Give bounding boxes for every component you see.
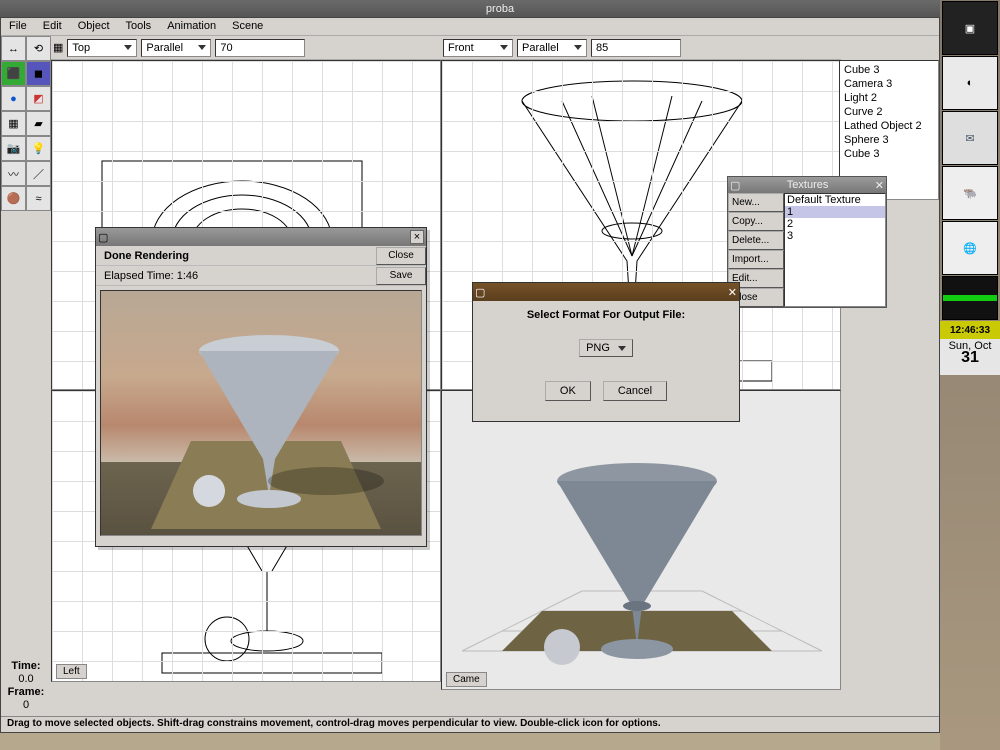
close-icon[interactable]: × — [410, 230, 424, 244]
window-titlebar: proba × — [0, 0, 1000, 17]
menu-edit[interactable]: Edit — [35, 18, 70, 35]
tool-lathe[interactable]: 🟤 — [1, 186, 26, 211]
view-projection-select-top[interactable]: Parallel — [141, 39, 211, 57]
textures-panel-titlebar[interactable]: ▢ Textures ✕ — [728, 177, 886, 193]
tool-curve[interactable]: 〰 — [1, 161, 26, 186]
scene-item[interactable]: Light 2 — [842, 91, 936, 105]
minimize-icon[interactable]: ▢ — [98, 231, 108, 244]
dock-meter-icon[interactable] — [942, 276, 998, 320]
texture-new-button[interactable]: New... — [728, 193, 784, 212]
scene-item[interactable]: Curve 2 — [842, 105, 936, 119]
tool-tube[interactable]: ≈ — [26, 186, 51, 211]
render-preview-camera — [442, 391, 841, 690]
view-name-select-front[interactable]: Front — [443, 39, 513, 57]
dock-terminal-icon[interactable]: ▣ — [942, 1, 998, 55]
view-zoom-input-front[interactable] — [591, 39, 681, 57]
tool-line[interactable]: ／ — [26, 161, 51, 186]
scene-item[interactable]: Cube 3 — [842, 63, 936, 77]
minimize-icon[interactable]: ▢ — [730, 179, 740, 192]
texture-copy-button[interactable]: Copy... — [728, 212, 784, 231]
tool-sphere[interactable]: ● — [1, 86, 26, 111]
tool-poly[interactable]: ▰ — [26, 111, 51, 136]
tool-mesh[interactable]: ▦ — [1, 111, 26, 136]
view-zoom-input-top[interactable] — [215, 39, 305, 57]
texture-import-button[interactable]: Import... — [728, 250, 784, 269]
scene-item[interactable]: Sphere 3 — [842, 133, 936, 147]
texture-item[interactable]: 1 — [785, 206, 885, 218]
texture-item[interactable]: 3 — [785, 230, 885, 242]
menu-object[interactable]: Object — [70, 18, 118, 35]
menu-bar: File Edit Object Tools Animation Scene — [1, 18, 939, 36]
render-save-button[interactable]: Save — [376, 267, 426, 285]
tool-light[interactable]: 💡 — [26, 136, 51, 161]
view-toolbar-front: Front Parallel — [441, 36, 841, 60]
scene-item[interactable]: Cube 3 — [842, 147, 936, 161]
texture-item[interactable]: 2 — [785, 218, 885, 230]
minimize-icon[interactable]: ▢ — [475, 286, 485, 299]
menu-file[interactable]: File — [1, 18, 35, 35]
menu-animation[interactable]: Animation — [159, 18, 224, 35]
view-projection-select-front[interactable]: Parallel — [517, 39, 587, 57]
tool-rotate[interactable]: ⟲ — [26, 36, 51, 61]
menu-scene[interactable]: Scene — [224, 18, 271, 35]
render-output-image — [100, 290, 422, 536]
view-toolbar-top: ▦ Top Parallel — [51, 36, 441, 60]
dock-gnu-icon[interactable]: 🐃 — [942, 166, 998, 220]
format-dialog-titlebar[interactable]: ▢ ✕ — [473, 283, 739, 301]
scene-item[interactable]: Camera 3 — [842, 77, 936, 91]
view-name-select-top[interactable]: Top — [67, 39, 137, 57]
grid-icon[interactable]: ▦ — [53, 41, 63, 54]
viewport-camera[interactable]: Came — [441, 390, 841, 690]
close-icon[interactable]: ✕ — [728, 286, 737, 299]
render-status: Done Rendering — [96, 250, 376, 262]
format-cancel-button[interactable]: Cancel — [603, 381, 667, 401]
format-dialog: ▢ ✕ Select Format For Output File: PNG O… — [472, 282, 740, 422]
tool-cube[interactable]: ◼ — [26, 61, 51, 86]
viewport-label-left: Left — [56, 664, 87, 679]
desktop-dock: ▣ ◐ ✉ 🐃 🌐 12:46:33 Sun, Oct 31 — [940, 0, 1000, 750]
tool-camera[interactable]: 📷 — [1, 136, 26, 161]
tool-scale[interactable]: ⬛ — [1, 61, 26, 86]
window-title: proba — [486, 3, 514, 15]
textures-panel: ▢ Textures ✕ New... Copy... Delete... Im… — [727, 176, 887, 308]
texture-list[interactable]: Default Texture 1 2 3 — [784, 193, 886, 307]
format-ok-button[interactable]: OK — [545, 381, 591, 401]
tool-cylinder[interactable]: ◩ — [26, 86, 51, 111]
dock-calendar[interactable]: Sun, Oct 31 — [940, 339, 1000, 375]
render-close-button[interactable]: Close — [376, 247, 426, 265]
close-icon[interactable]: ✕ — [875, 179, 884, 192]
dock-clock: 12:46:33 — [940, 321, 1000, 339]
viewport-label-camera: Came — [446, 672, 487, 687]
dock-mail-icon[interactable]: ✉ — [942, 111, 998, 165]
format-dialog-label: Select Format For Output File: — [481, 309, 731, 321]
status-bar: Drag to move selected objects. Shift-dra… — [1, 716, 939, 732]
tool-move[interactable]: ↔ — [1, 36, 26, 61]
texture-delete-button[interactable]: Delete... — [728, 231, 784, 250]
chevron-down-icon — [614, 342, 626, 354]
render-elapsed-time: Elapsed Time: 1:46 — [96, 270, 376, 282]
tool-palette: ↔⟲ ⬛◼ ●◩ ▦▰ 📷💡 〰／ 🟤≈ — [1, 36, 51, 226]
dock-step-icon[interactable]: ◐ — [942, 56, 998, 110]
menu-tools[interactable]: Tools — [118, 18, 160, 35]
textures-panel-title: Textures — [787, 179, 829, 191]
time-frame-readout: Time:0.0 Frame:0 — [3, 660, 49, 712]
scene-item[interactable]: Lathed Object 2 — [842, 119, 936, 133]
texture-item[interactable]: Default Texture — [785, 194, 885, 206]
render-dialog: ▢ × Done Rendering Close Elapsed Time: 1… — [95, 227, 427, 547]
format-select[interactable]: PNG — [579, 339, 633, 357]
dock-globe-icon[interactable]: 🌐 — [942, 221, 998, 275]
render-dialog-titlebar[interactable]: ▢ × — [96, 228, 426, 246]
